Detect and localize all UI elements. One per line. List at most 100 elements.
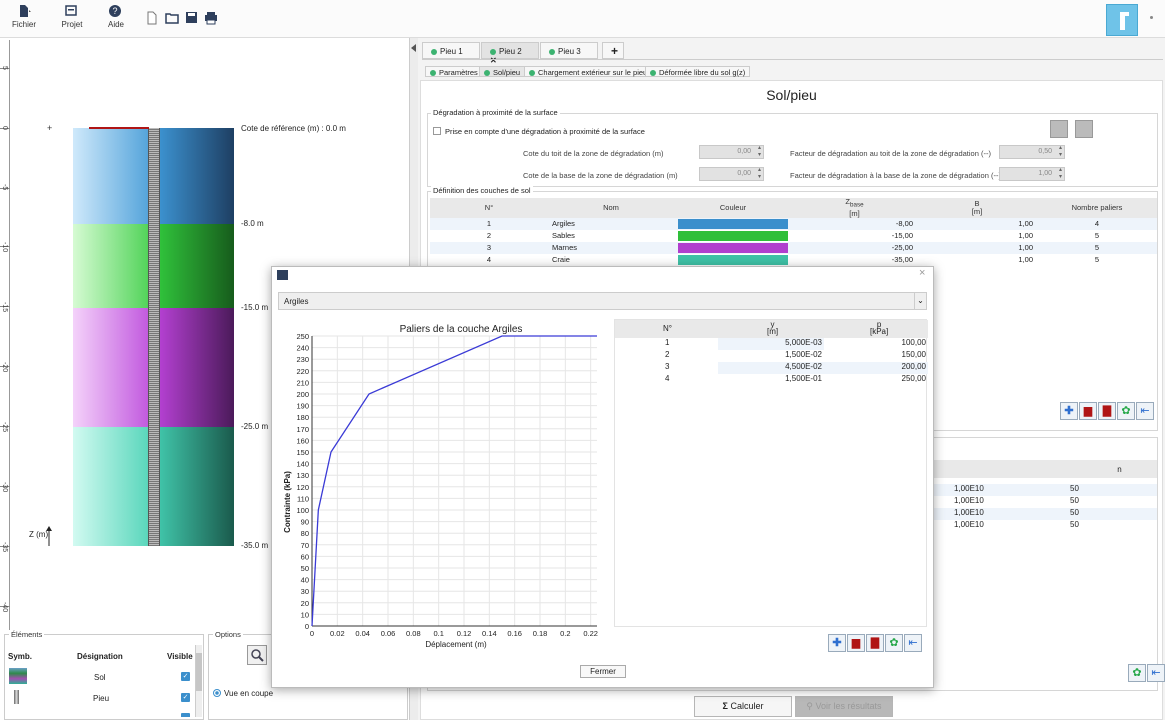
visible-checkbox[interactable]: ✓ (181, 672, 190, 681)
import-layers-button[interactable]: ✿ (1117, 402, 1135, 420)
table-row[interactable]: 1,00E10 50 (932, 484, 1157, 496)
cell-n: 1 (665, 338, 670, 347)
help-disabled-button[interactable] (1075, 120, 1093, 138)
file-menu-button[interactable]: Fichier (10, 4, 38, 29)
table-row[interactable]: 4 1,500E-01 250,00 (615, 374, 928, 386)
close-dialog-button[interactable]: Fermer (580, 665, 626, 678)
x-tick-label: 0.18 (533, 629, 548, 638)
layer-paliers-dialog: × Argiles ⌄ Paliers de la couche Argiles… (271, 266, 934, 688)
more-dot-icon[interactable] (1150, 16, 1153, 19)
search-icon: ⚲ (806, 701, 814, 711)
y-tick-label: 200 (296, 390, 309, 399)
export-button[interactable]: ⇤ (1147, 664, 1165, 682)
table-row[interactable]: 1,00E10 50 (932, 496, 1157, 508)
cell-n: 3 (665, 362, 670, 371)
import-button[interactable]: ✿ (1128, 664, 1146, 682)
visible-checkbox[interactable] (181, 713, 190, 717)
subtab-sol-pieu[interactable]: Sol/pieu (479, 66, 526, 77)
elements-scrollbar[interactable] (195, 645, 202, 717)
cell-p[interactable]: 250,00 (824, 374, 928, 383)
ruler-tick-label: -35 (1, 542, 8, 553)
degradation-base-input[interactable]: 0,00 (699, 167, 764, 181)
cell-y[interactable]: 1,500E-02 (718, 350, 824, 359)
view-results-button[interactable]: ⚲ Voir les résultats (795, 696, 893, 717)
help-menu-button[interactable]: ? Aide (104, 4, 128, 29)
close-tab-icon[interactable]: ✕ (490, 56, 497, 65)
calculate-button[interactable]: Σ Calculer (694, 696, 792, 717)
tab-pieu-2[interactable]: Pieu 2 ✕ (481, 42, 539, 65)
new-file-icon[interactable] (146, 11, 158, 25)
import-paliers-button[interactable]: ✿ (885, 634, 903, 652)
cell-p[interactable]: 200,00 (824, 362, 928, 374)
subtab-deformee[interactable]: Déformée libre du sol g(z) (645, 66, 751, 77)
x-tick-label: 0.02 (330, 629, 345, 638)
delete-palier-button[interactable]: ▆ (847, 634, 865, 652)
col-header-p: p [kPa] (870, 321, 888, 336)
help-disabled-button[interactable] (1050, 120, 1068, 138)
delete-layer-button[interactable]: ▆ (1079, 402, 1097, 420)
cell-color[interactable] (674, 230, 792, 242)
degradation-top-input[interactable]: 0,00 (699, 145, 764, 159)
cross-section-radio[interactable] (213, 689, 221, 697)
cell-y[interactable]: 5,000E-03 (718, 338, 824, 350)
table-row[interactable]: 2 1,500E-02 150,00 (615, 350, 928, 362)
layer-select-dropdown[interactable]: Argiles ⌄ (278, 292, 927, 310)
add-layer-button[interactable]: ✚ (1060, 402, 1078, 420)
cell-y[interactable]: 1,500E-01 (718, 374, 824, 383)
cell-value: 1,00E10 (954, 484, 984, 493)
print-icon[interactable] (204, 11, 218, 25)
cell-b: 1,00 (917, 241, 1037, 254)
add-palier-button[interactable]: ✚ (828, 634, 846, 652)
open-folder-icon[interactable] (165, 11, 179, 25)
delete-all-paliers-button[interactable]: ▇ (866, 634, 884, 652)
factor-top-input[interactable]: 0,50 (999, 145, 1065, 159)
degradation-checkbox[interactable] (433, 127, 441, 135)
cell-color[interactable] (674, 241, 792, 254)
cell-p[interactable]: 150,00 (824, 350, 928, 359)
cell-color[interactable] (674, 217, 792, 230)
ruler-tick-label: -15 (1, 302, 8, 313)
table-row[interactable]: 3 4,500E-02 200,00 (615, 362, 928, 374)
cross-section-label: Vue en coupe (224, 689, 274, 698)
options-title: Options (213, 630, 243, 639)
cell-n: 4 (486, 255, 492, 264)
dialog-close-icon[interactable]: × (919, 267, 925, 279)
add-tab-button[interactable]: + (602, 42, 624, 59)
delete-all-layers-button[interactable]: ▇ (1098, 402, 1116, 420)
ruler-tick-label: -10 (1, 242, 8, 253)
subtab-label: Sol/pieu (493, 68, 521, 77)
main-toolbar: Fichier Projet ? Aide (0, 0, 1165, 38)
table-row[interactable]: 1,00E10 50 (932, 508, 1157, 520)
table-row[interactable]: 1 Argiles -8,00 1,00 4 (430, 217, 1157, 230)
col-header: N° (663, 324, 672, 333)
zoom-button[interactable] (247, 645, 267, 665)
cell-n: 2 (486, 231, 492, 240)
table-row[interactable]: 3 Marnes -25,00 1,00 5 (430, 241, 1157, 254)
pile-shaft[interactable] (148, 128, 160, 546)
ruler-tick-label: 0 (1, 126, 8, 130)
cell-color[interactable] (674, 254, 792, 266)
project-menu-button[interactable]: Projet (58, 4, 86, 29)
ruler-tick-label: -25 (1, 422, 8, 433)
save-icon[interactable] (185, 11, 198, 25)
visible-checkbox[interactable]: ✓ (181, 693, 190, 702)
tab-pieu-3[interactable]: Pieu 3 (540, 42, 598, 59)
cell-zbase: -15,00 (891, 231, 913, 240)
chart-ylabel: Contrainte (kPa) (283, 471, 292, 533)
table-row[interactable]: 2 Sables -15,00 1,00 5 (430, 230, 1157, 242)
x-tick-label: 0.14 (482, 629, 497, 638)
y-tick-label: 10 (301, 610, 309, 619)
export-layers-button[interactable]: ⇤ (1136, 402, 1154, 420)
subtab-parametres[interactable]: Paramètres (425, 66, 483, 77)
factor-base-input[interactable]: 1,00 (999, 167, 1065, 181)
table-row[interactable]: 1,00E10 50 (932, 520, 1157, 532)
cell-p[interactable]: 100,00 (824, 338, 928, 347)
tab-label: Pieu 2 (499, 47, 522, 56)
tab-pieu-1[interactable]: Pieu 1 (422, 42, 480, 59)
subtab-chargement[interactable]: Chargement extérieur sur le pieu (524, 66, 653, 77)
export-paliers-button[interactable]: ⇤ (904, 634, 922, 652)
table-row[interactable]: 4 Craie -35,00 1,00 5 (430, 254, 1157, 266)
table-row[interactable]: 1 5,000E-03 100,00 (615, 338, 928, 350)
cell-y[interactable]: 4,500E-02 (718, 362, 824, 374)
sol-symbol-icon (9, 668, 27, 684)
